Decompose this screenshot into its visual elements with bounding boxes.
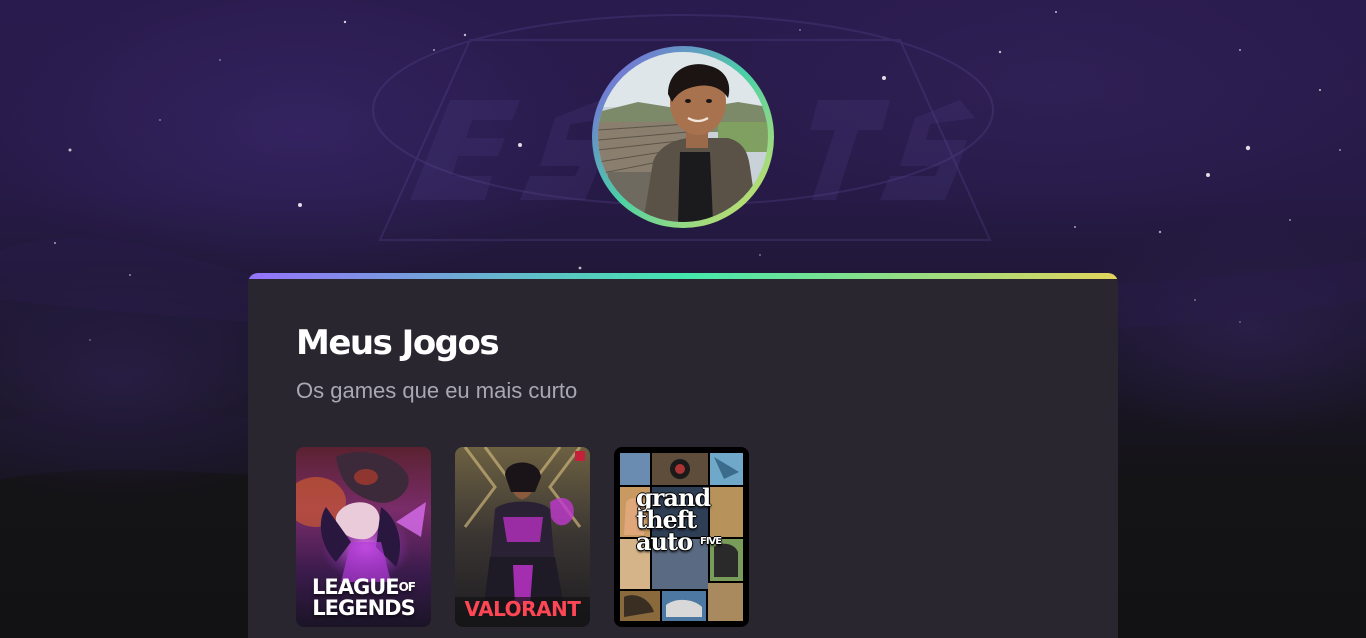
avatar-illustration	[598, 52, 768, 222]
game-card-gta-v[interactable]: grand theft auto FIVE	[614, 447, 749, 627]
card-gradient-bar	[248, 273, 1118, 279]
logo-text-of: OF	[398, 580, 416, 594]
games-list: LEAGUEOF LEGENDS VALORANT grand theft au…	[296, 447, 776, 627]
avatar-photo	[598, 52, 768, 222]
profile-avatar	[592, 46, 774, 228]
gta-v-logo: grand theft auto FIVE	[636, 486, 736, 554]
logo-text-line2: LEGENDS	[312, 596, 415, 620]
league-of-legends-logo: LEAGUEOF LEGENDS	[296, 577, 431, 619]
game-card-valorant[interactable]: VALORANT	[455, 447, 590, 627]
game-card-league-of-legends[interactable]: LEAGUEOF LEGENDS	[296, 447, 431, 627]
section-title: Meus Jogos	[296, 323, 500, 363]
gta-logo-five: FIVE	[700, 536, 722, 547]
games-card: Meus Jogos Os games que eu mais curto LE…	[248, 273, 1118, 638]
section-subtitle: Os games que eu mais curto	[296, 378, 578, 403]
valorant-logo: VALORANT	[464, 597, 581, 621]
